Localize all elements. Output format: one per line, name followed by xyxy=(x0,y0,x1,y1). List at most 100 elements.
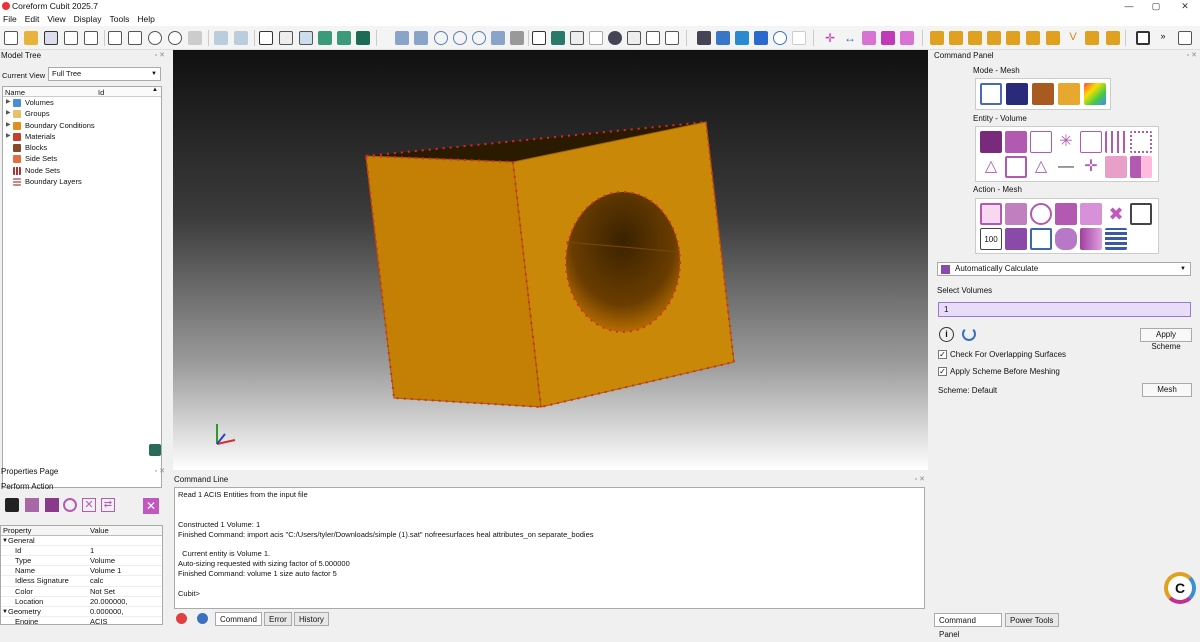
entity-hex-icon[interactable] xyxy=(1105,131,1127,153)
hex-icon[interactable] xyxy=(881,31,895,45)
convection-icon[interactable] xyxy=(1026,31,1040,45)
sort-icon[interactable]: ▲ xyxy=(152,87,158,93)
grid-select-icon[interactable] xyxy=(395,31,409,45)
action-sweep-icon[interactable] xyxy=(1055,228,1077,250)
check-overlapping-checkbox[interactable]: ✓ xyxy=(938,350,947,359)
entity-face-icon[interactable] xyxy=(1005,156,1027,178)
grid-view-icon[interactable] xyxy=(716,31,730,45)
node-icon[interactable]: ✛ xyxy=(823,31,837,45)
property-row[interactable]: Type Volume xyxy=(1,556,162,567)
tree-item-boundary-layers[interactable]: Boundary Layers xyxy=(3,176,161,187)
face-icon[interactable] xyxy=(862,31,876,45)
journal-icon[interactable] xyxy=(108,31,122,45)
zoom-out-icon[interactable] xyxy=(472,31,486,45)
shaded-cube-3-icon[interactable] xyxy=(356,31,370,45)
expand-arrow-icon[interactable]: ▶ xyxy=(6,131,11,142)
expand-arrow-icon[interactable]: ▶ xyxy=(6,108,11,119)
edge-icon[interactable]: ↔ xyxy=(843,31,857,45)
measure-icon[interactable] xyxy=(949,31,963,45)
pan-icon[interactable] xyxy=(491,31,505,45)
expand-arrow-icon[interactable]: ▶ xyxy=(6,120,11,131)
entity-tet-icon[interactable] xyxy=(1130,131,1152,153)
panel-close-icon[interactable]: ▫ ✕ xyxy=(915,473,925,487)
tree-item-node-sets[interactable]: Node Sets xyxy=(3,165,161,176)
menu-help[interactable]: Help xyxy=(133,13,158,25)
fit-view-icon[interactable] xyxy=(1136,31,1150,45)
action-scheme-icon[interactable] xyxy=(1005,203,1027,225)
wireframe-cube-icon[interactable] xyxy=(259,31,273,45)
tree-col-id[interactable]: Id xyxy=(98,88,104,97)
current-view-select[interactable]: Full Tree ▼ xyxy=(48,67,161,81)
refresh-file-icon[interactable] xyxy=(84,31,98,45)
action-boundary-layer-icon[interactable] xyxy=(1030,228,1052,250)
shaded-cube-2-icon[interactable] xyxy=(337,31,351,45)
settings-icon[interactable] xyxy=(1178,31,1192,45)
swap-icon[interactable]: ⇄ xyxy=(101,498,115,512)
action-count-icon[interactable]: 100 xyxy=(980,228,1002,250)
new-file-icon[interactable] xyxy=(4,31,18,45)
pause-icon[interactable] xyxy=(168,31,182,45)
panel-close-icon[interactable]: ▫ ✕ xyxy=(155,466,165,478)
close-button[interactable]: ✕ xyxy=(1172,0,1198,13)
tree-item-materials[interactable]: ▶ Materials xyxy=(3,131,161,142)
delete-mesh-icon[interactable] xyxy=(5,498,19,512)
info-icon[interactable]: i xyxy=(939,327,954,342)
minimize-button[interactable]: — xyxy=(1116,0,1142,13)
tab-command-panel[interactable]: Command Panel xyxy=(934,613,1002,639)
property-row[interactable]: Color Not Set xyxy=(1,587,162,597)
mode-analysis-icon[interactable] xyxy=(1084,83,1106,105)
cube-icon[interactable] xyxy=(299,31,313,45)
bounding-box-icon[interactable] xyxy=(665,31,679,45)
tab-command[interactable]: Command xyxy=(215,612,262,626)
reset-icon[interactable] xyxy=(962,327,976,341)
tet-icon[interactable] xyxy=(900,31,914,45)
property-group-geometry[interactable]: ▼ Geometry xyxy=(1,607,162,617)
mode-material-icon[interactable] xyxy=(1032,83,1054,105)
tree-item-blocks[interactable]: Blocks xyxy=(3,142,161,153)
undo-icon[interactable] xyxy=(234,31,248,45)
tab-power-tools[interactable]: Power Tools xyxy=(1005,613,1059,627)
select-volumes-input[interactable]: 1 xyxy=(938,302,1191,317)
entity-group-icon[interactable] xyxy=(1080,131,1102,153)
entity-edge-icon[interactable]: — xyxy=(1055,156,1077,178)
zoom-in-icon[interactable] xyxy=(453,31,467,45)
mode-mesh-icon[interactable] xyxy=(1006,83,1028,105)
action-merge-icon[interactable] xyxy=(1080,228,1102,250)
tree-item-volumes[interactable]: ▶ Volumes xyxy=(3,97,161,108)
action-smooth-icon[interactable] xyxy=(1055,203,1077,225)
action-refine-icon[interactable] xyxy=(1080,203,1102,225)
property-row[interactable]: Id 1 xyxy=(1,546,162,557)
tab-history[interactable]: History xyxy=(294,612,329,626)
delete-icon[interactable]: ✕ xyxy=(143,498,159,514)
entity-sideset-icon[interactable] xyxy=(1130,156,1152,178)
tree-item-side-sets[interactable]: Side Sets xyxy=(3,153,161,164)
mode-geometry-icon[interactable] xyxy=(980,83,1002,105)
entity-tri-icon[interactable]: △ xyxy=(1030,156,1052,178)
action-partition-icon[interactable] xyxy=(1105,228,1127,250)
tree-col-name[interactable]: Name xyxy=(5,88,25,97)
menu-file[interactable]: File xyxy=(0,13,21,25)
remove-icon[interactable]: ✕ xyxy=(82,498,96,512)
menu-view[interactable]: View xyxy=(43,13,69,25)
menu-display[interactable]: Display xyxy=(70,13,106,25)
play-icon[interactable] xyxy=(148,31,162,45)
maximize-button[interactable]: ▢ xyxy=(1143,0,1169,13)
entity-quad-icon[interactable] xyxy=(1105,156,1127,178)
quality-icon[interactable] xyxy=(63,498,77,512)
tree-item-groups[interactable]: ▶ Groups xyxy=(3,108,161,119)
hidden-line-cube-icon[interactable] xyxy=(279,31,293,45)
property-row[interactable]: Location 20.000000, 0.000000, xyxy=(1,597,162,616)
blue-cube-icon[interactable] xyxy=(735,31,749,45)
temp-icon[interactable] xyxy=(1006,31,1020,45)
smooth-icon[interactable] xyxy=(45,498,59,512)
entity-node-icon[interactable]: ✛ xyxy=(1080,156,1102,178)
property-row[interactable]: Name Volume 1 xyxy=(1,566,162,577)
entity-surface-icon[interactable] xyxy=(1005,131,1027,153)
save-icon[interactable] xyxy=(44,31,58,45)
voltage-icon[interactable]: V xyxy=(1066,31,1080,45)
shaded-cube-icon[interactable] xyxy=(318,31,332,45)
view-iso-icon[interactable] xyxy=(551,31,565,45)
flux-icon[interactable] xyxy=(1085,31,1099,45)
select-box-icon[interactable] xyxy=(414,31,428,45)
action-quality-icon[interactable] xyxy=(1030,203,1052,225)
